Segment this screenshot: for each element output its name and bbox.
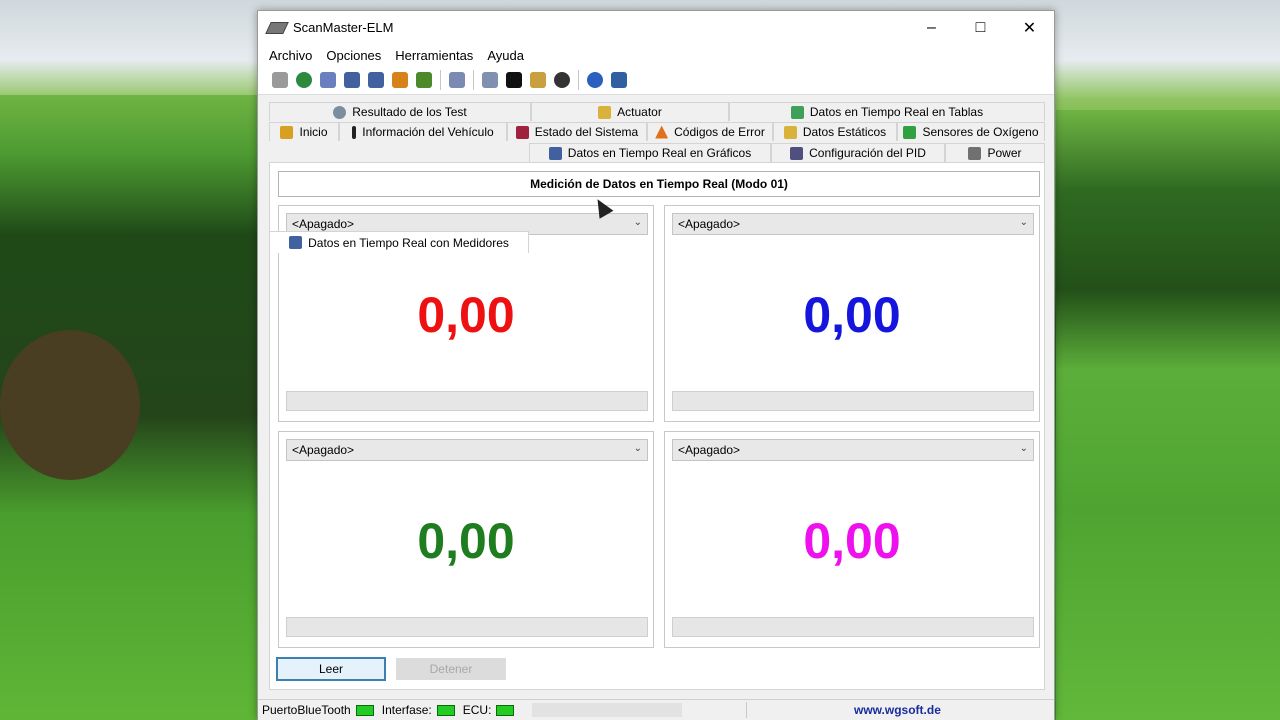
chevron-down-icon: ⌄: [1019, 217, 1028, 228]
home-icon: [280, 125, 294, 139]
pid-select-2[interactable]: <Apagado> ⌄: [672, 213, 1034, 235]
clipboard-icon[interactable]: [449, 72, 465, 88]
exit-icon[interactable]: [611, 72, 627, 88]
detener-button: Detener: [396, 658, 506, 680]
gauge-value-4: 0,00: [803, 513, 901, 569]
money-icon[interactable]: [416, 72, 432, 88]
tab-strip: Resultado de los Test Actuator Datos en …: [269, 102, 1045, 253]
ecu-status-led: [496, 704, 515, 716]
menu-herramientas[interactable]: Herramientas: [388, 48, 480, 63]
terminal-icon[interactable]: [506, 72, 522, 88]
table-icon: [790, 105, 804, 119]
status-message: [532, 703, 683, 717]
tab-actuator[interactable]: Actuator: [531, 102, 729, 121]
section-title: Medición de Datos en Tiempo Real (Modo 0…: [278, 171, 1040, 197]
gauge-panel-4: <Apagado> ⌄ 0,00: [664, 431, 1040, 648]
gauge-value-3: 0,00: [417, 513, 515, 569]
oxygen-sensor-icon: [903, 125, 917, 139]
gauge-panel-2: <Apagado> ⌄ 0,00: [664, 205, 1040, 422]
gauge-panel-3: <Apagado> ⌄ 0,00: [278, 431, 654, 648]
leer-button[interactable]: Leer: [276, 657, 386, 681]
tab-inicio[interactable]: Inicio: [269, 122, 339, 141]
interface-label: Interfase:: [381, 703, 432, 717]
status-bar: PuertoBlueTooth Interfase: ECU: www.wgso…: [258, 699, 1054, 720]
tab-estado-sistema[interactable]: Estado del Sistema: [507, 122, 647, 141]
app-logo-icon: [265, 21, 289, 34]
system-icon: [515, 125, 529, 139]
gauge-bar-2: [672, 391, 1034, 411]
info-icon[interactable]: [587, 72, 603, 88]
record-icon[interactable]: [554, 72, 570, 88]
globe-icon[interactable]: [296, 72, 312, 88]
menu-ayuda[interactable]: Ayuda: [480, 48, 531, 63]
chat-icon[interactable]: [482, 72, 498, 88]
tab-datos-tablas[interactable]: Datos en Tiempo Real en Tablas: [729, 102, 1045, 121]
gauge-bar-4: [672, 617, 1034, 637]
background-tree: [0, 330, 140, 480]
tab-datos-medidores[interactable]: Datos en Tiempo Real con Medidores: [269, 231, 529, 253]
status-divider: [746, 702, 747, 718]
power-icon: [968, 146, 982, 160]
warning-icon: [655, 125, 669, 139]
tab-informacion-vehiculo[interactable]: Información del Vehículo: [339, 122, 507, 141]
maximize-button[interactable]: □: [956, 11, 1005, 44]
map-icon[interactable]: [392, 72, 408, 88]
gauge-value-2: 0,00: [803, 287, 901, 343]
ecu-label: ECU:: [462, 703, 492, 717]
gauge-bar-1: [286, 391, 648, 411]
tab-datos-graficos[interactable]: Datos en Tiempo Real en Gráficos: [529, 143, 771, 162]
gauge-bar-3: [286, 617, 648, 637]
tab-configuracion-pid[interactable]: Configuración del PID: [771, 143, 945, 162]
website-link[interactable]: www.wgsoft.de: [854, 703, 941, 717]
gear-icon: [333, 105, 347, 119]
title-bar: ScanMaster-ELM – □ ✕: [258, 11, 1054, 44]
chevron-down-icon: ⌄: [1019, 443, 1028, 454]
static-data-icon: [783, 125, 797, 139]
toolbar-divider: [473, 70, 474, 90]
toolbar-divider: [578, 70, 579, 90]
bluetooth-status-led: [355, 704, 374, 716]
battery-icon[interactable]: [530, 72, 546, 88]
bluetooth-port-label: PuertoBlueTooth: [262, 703, 351, 717]
app-window: ScanMaster-ELM – □ ✕ Archivo Opciones He…: [257, 10, 1055, 720]
toolbar: [258, 66, 1054, 95]
background-hill-right: [1056, 110, 1280, 720]
menu-bar: Archivo Opciones Herramientas Ayuda: [258, 44, 1054, 66]
menu-opciones[interactable]: Opciones: [319, 48, 388, 63]
pid-select-3[interactable]: <Apagado> ⌄: [286, 439, 648, 461]
pid-select-4[interactable]: <Apagado> ⌄: [672, 439, 1034, 461]
chevron-down-icon: ⌄: [633, 443, 642, 454]
tab-codigos-error[interactable]: Códigos de Error: [647, 122, 773, 141]
info-icon: [352, 125, 357, 139]
minimize-button[interactable]: –: [907, 11, 956, 44]
tab-datos-estaticos[interactable]: Datos Estáticos: [773, 122, 897, 141]
tab-power[interactable]: Power: [945, 143, 1045, 162]
tab-sensores-oxigeno[interactable]: Sensores de Oxígeno: [897, 122, 1045, 141]
tab-resultado-test[interactable]: Resultado de los Test: [269, 102, 531, 121]
gauge-value-1: 0,00: [417, 287, 515, 343]
menu-archivo[interactable]: Archivo: [262, 48, 319, 63]
toolbar-divider: [440, 70, 441, 90]
document-icon[interactable]: [320, 72, 336, 88]
chart-icon: [548, 146, 562, 160]
gauges-icon: [289, 236, 303, 249]
chevron-down-icon: ⌄: [633, 217, 642, 228]
table-icon[interactable]: [344, 72, 360, 88]
config-icon: [790, 146, 804, 160]
window-title: ScanMaster-ELM: [293, 20, 394, 35]
actuator-icon: [598, 105, 612, 119]
chart-icon[interactable]: [368, 72, 384, 88]
interface-status-led: [436, 704, 455, 716]
close-button[interactable]: ✕: [1005, 11, 1054, 44]
connect-icon[interactable]: [272, 72, 288, 88]
